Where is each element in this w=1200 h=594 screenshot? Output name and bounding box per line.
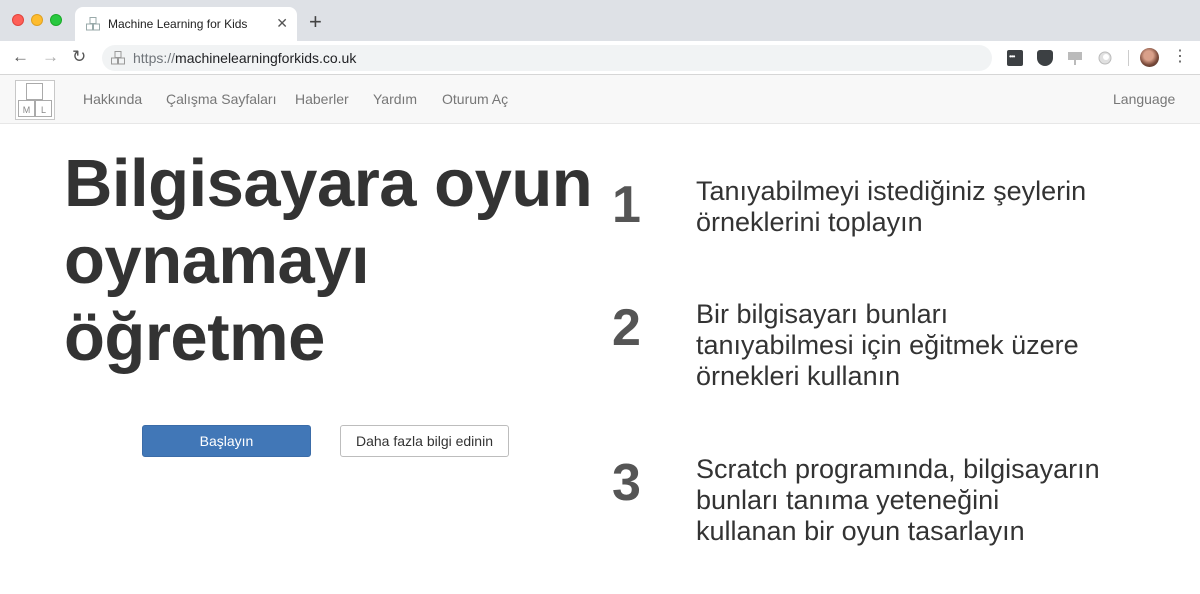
step-text: Bir bilgisayarı bunları tanıyabilmesi iç… [696,299,1156,392]
step-text-line: Tanıyabilmeyi istediğiniz şeylerin [696,176,1087,206]
step-text-line: Scratch programında, bilgisayarın [696,454,1100,484]
close-window-button[interactable] [12,14,24,26]
logo-letter-m: M [23,105,31,115]
logo-letter-l: L [41,105,46,115]
close-tab-icon[interactable]: ✕ [276,14,288,32]
nav-link-login[interactable]: Oturum Aç [442,91,508,107]
ml-logo-icon [86,17,100,31]
pocket-icon[interactable] [1037,50,1053,66]
back-button[interactable]: ← [12,47,29,67]
browser-tab[interactable]: Machine Learning for Kids ✕ [75,7,297,41]
keyboard-icon[interactable] [1007,50,1023,66]
url-host: machinelearningforkids.co.uk [175,50,357,66]
step-number: 1 [612,176,641,234]
ml-logo-icon[interactable]: M L [15,80,55,120]
minimize-window-button[interactable] [31,14,43,26]
maximize-window-button[interactable] [50,14,62,26]
toolbar-divider [1128,50,1129,66]
url-scheme: https:// [133,50,176,66]
page-title-line: Bilgisayara oyun [64,146,593,221]
presentation-icon[interactable] [1067,50,1083,66]
nav-link-worksheets[interactable]: Çalışma Sayfaları [166,91,276,107]
language-menu[interactable]: Language [1113,91,1175,107]
get-started-button[interactable]: Başlayın [142,425,311,457]
page-title-line: oynamayı [64,223,370,298]
step-text-line: örnekleri kullanın [696,361,901,391]
browser-menu-icon[interactable]: ⋮ [1172,48,1188,66]
step-text-line: Bir bilgisayarı bunları [696,299,949,329]
address-bar[interactable]: https://machinelearningforkids.co.uk [102,45,992,71]
learn-more-button[interactable]: Daha fazla bilgi edinin [340,425,509,457]
step-text-line: kullanan bir oyun tasarlayın [696,516,1025,546]
site-navbar: M L Hakkında Çalışma Sayfaları Haberler … [0,75,1200,124]
nav-link-about[interactable]: Hakkında [83,91,142,107]
nav-link-news[interactable]: Haberler [295,91,349,107]
step-text-line: tanıyabilmesi için eğitmek üzere [696,330,1079,360]
forward-button[interactable]: → [42,47,59,67]
avatar[interactable] [1140,48,1159,67]
browser-titlebar: Machine Learning for Kids ✕ + [0,0,1200,41]
step-text: Scratch programında, bilgisayarın bunlar… [696,454,1156,547]
tab-title: Machine Learning for Kids [108,17,248,31]
page-title: Bilgisayara oyun oynamayı öğretme [64,145,604,376]
step-number: 3 [612,454,641,512]
reload-button[interactable]: ↻ [72,47,86,67]
site-info-icon[interactable] [111,51,126,65]
url-text[interactable]: https://machinelearningforkids.co.uk [133,50,356,66]
step-text-line: örneklerini toplayın [696,207,923,237]
step-number: 2 [612,299,641,357]
circle-icon[interactable] [1097,50,1113,66]
browser-toolbar: ← → ↻ https://machinelearningforkids.co.… [0,41,1200,75]
new-tab-button[interactable]: + [309,11,322,33]
step-text-line: bunları tanıma yeteneğini [696,485,1000,515]
nav-link-help[interactable]: Yardım [373,91,417,107]
step-text: Tanıyabilmeyi istediğiniz şeylerin örnek… [696,176,1156,238]
page-title-line: öğretme [64,300,325,375]
